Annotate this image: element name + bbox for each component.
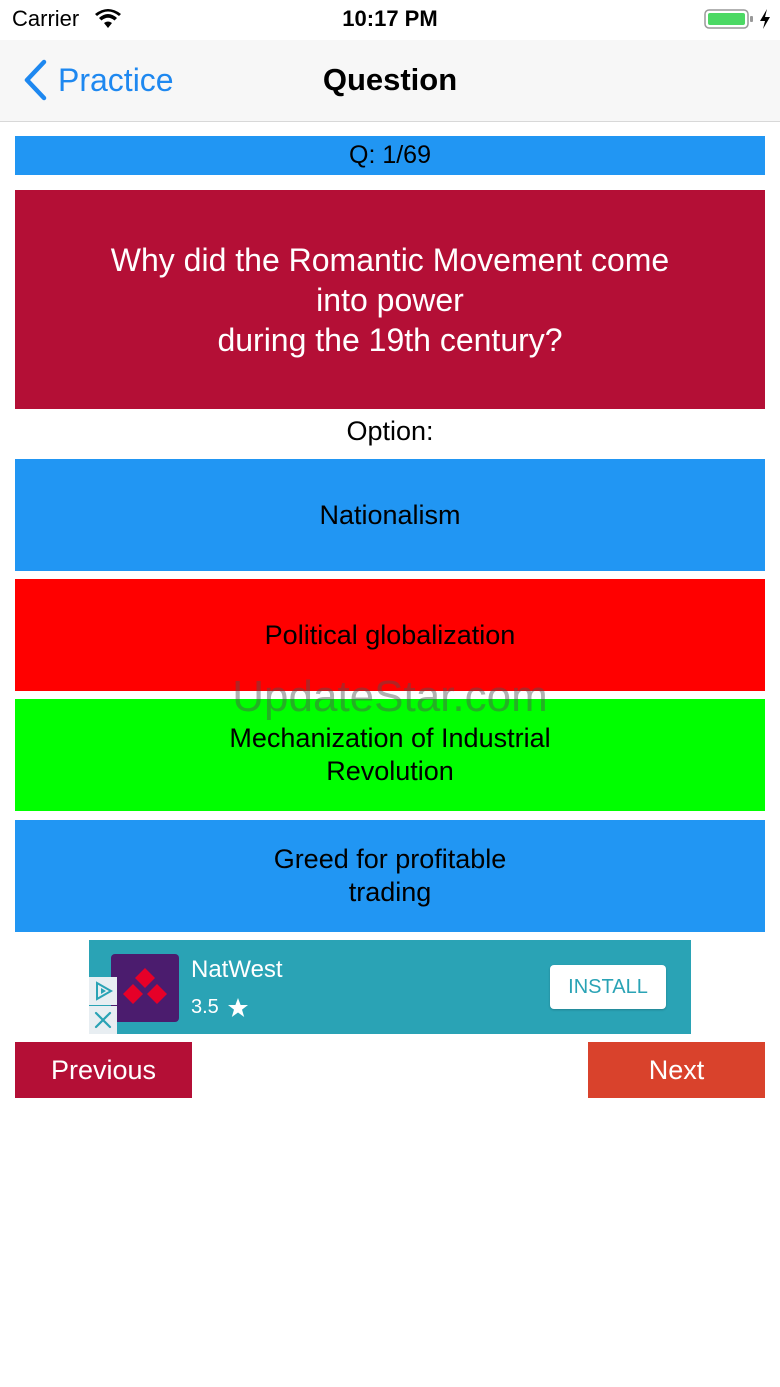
option-button-4[interactable]: Greed for profitable trading <box>15 820 765 932</box>
advertiser-name: NatWest <box>191 956 283 983</box>
advertiser-logo <box>111 954 179 1022</box>
option-label: Greed for profitable trading <box>273 844 507 907</box>
option-button-2[interactable]: Political globalization <box>15 579 765 691</box>
option-label: Political globalization <box>264 619 516 650</box>
option-button-3[interactable]: Mechanization of Industrial Revolution <box>15 699 765 811</box>
natwest-logo-icon <box>123 968 167 1004</box>
next-button[interactable]: Next <box>588 1042 765 1098</box>
question-line: during the 19th century? <box>217 321 563 358</box>
question-line: Why did the Romantic Movement come <box>110 241 670 278</box>
navigation-bar: Practice Question <box>0 40 780 122</box>
battery-icon <box>704 9 753 29</box>
option-label: Mechanization of Industrial Revolution <box>229 723 551 786</box>
ad-banner[interactable]: NatWest 3.5 INSTALL <box>89 940 691 1034</box>
status-bar: Carrier 10:17 PM <box>0 0 780 40</box>
ad-rating-value: 3.5 <box>191 996 219 1018</box>
question-text: Why did the Romantic Movement come into … <box>80 240 700 360</box>
charging-bolt-icon <box>760 9 770 29</box>
question-line: into power <box>316 281 464 318</box>
question-counter: Q: 1/69 <box>15 136 765 175</box>
previous-button[interactable]: Previous <box>15 1042 192 1098</box>
close-icon[interactable] <box>89 1006 117 1034</box>
star-icon <box>227 997 248 1017</box>
option-button-1[interactable]: Nationalism <box>15 459 765 571</box>
page-title: Question <box>322 62 458 97</box>
adchoices-icon[interactable] <box>89 977 117 1005</box>
option-label: Nationalism <box>319 499 461 530</box>
ad-rating: 3.5 <box>191 996 249 1019</box>
question-card: Why did the Romantic Movement come into … <box>15 190 765 409</box>
install-button[interactable]: INSTALL <box>550 965 666 1009</box>
option-heading: Option: <box>346 416 434 446</box>
status-time: 10:17 PM <box>342 6 438 31</box>
